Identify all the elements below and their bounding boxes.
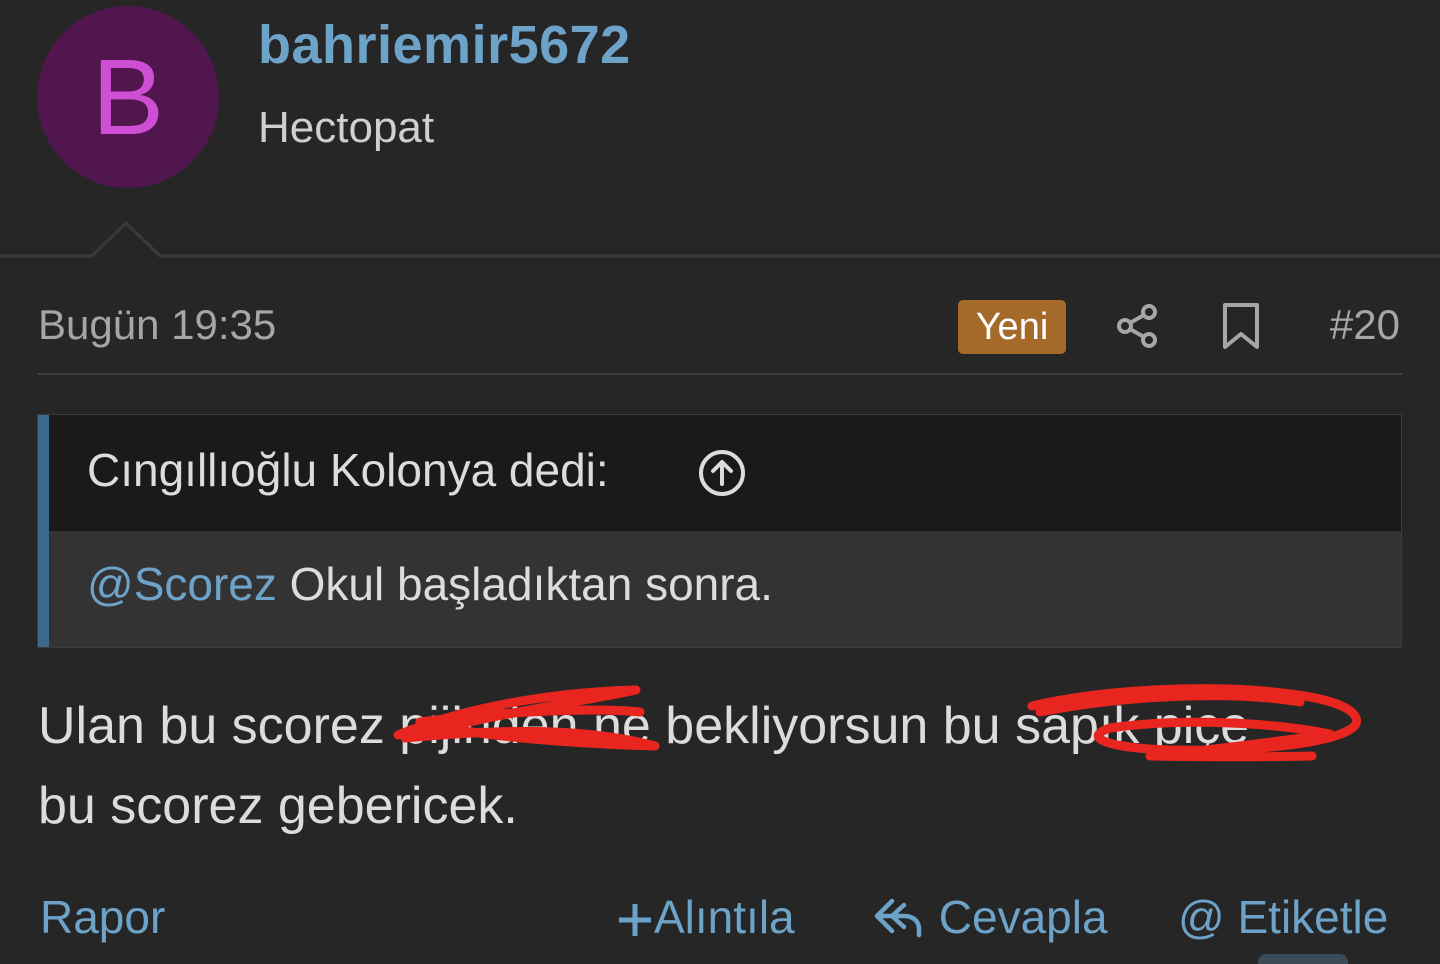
arrow-up-circle-icon[interactable] bbox=[697, 448, 747, 498]
quote-button[interactable]: Alıntıla bbox=[616, 892, 795, 943]
body-text: Ulan bu scorez bbox=[38, 697, 400, 755]
reply-icon bbox=[874, 898, 922, 938]
meta-divider bbox=[38, 373, 1402, 375]
user-title: Hectopat bbox=[258, 103, 435, 152]
tag-button-label: Etiketle bbox=[1237, 891, 1389, 943]
redacted-word: sapık piçe bbox=[1015, 697, 1250, 755]
quote-content: @Scorez Okul başladıktan sonra. bbox=[49, 531, 1401, 647]
mention-link[interactable]: @Scorez bbox=[87, 558, 277, 610]
at-sign-icon: @ bbox=[1178, 891, 1225, 943]
new-badge: Yeni bbox=[958, 300, 1066, 354]
quote-block: Cıngıllıoğlu Kolonya dedi: @Scorez Okul … bbox=[37, 414, 1402, 648]
post-body-line-1: Ulan bu scorez pijinden ne bekliyorsun b… bbox=[38, 686, 1418, 766]
quote-author: Cıngıllıoğlu Kolonya dedi: bbox=[87, 444, 609, 496]
report-link[interactable]: Rapor bbox=[40, 892, 165, 943]
share-icon[interactable] bbox=[1114, 302, 1162, 350]
quote-text: @Scorez Okul başladıktan sonra. bbox=[87, 559, 773, 610]
body-text: ne bekliyorsun bu bbox=[578, 697, 1016, 755]
post-number-link[interactable]: #20 bbox=[1330, 301, 1400, 348]
quote-header: Cıngıllıoğlu Kolonya dedi: bbox=[49, 415, 1401, 531]
author-divider bbox=[0, 220, 1440, 258]
new-badge-label: Yeni bbox=[975, 305, 1049, 348]
quote-button-label: Alıntıla bbox=[654, 891, 795, 943]
redacted-word: pijinden bbox=[399, 697, 579, 755]
forum-post: B bahriemir5672 Hectopat Bugün 19:35 Yen… bbox=[0, 0, 1440, 964]
avatar[interactable]: B bbox=[37, 6, 219, 188]
reply-button[interactable]: Cevapla bbox=[872, 892, 1108, 943]
quote-message: Okul başladıktan sonra. bbox=[276, 558, 773, 610]
post-body-line-2: bu scorez gebericek. bbox=[38, 777, 518, 835]
post-date[interactable]: Bugün 19:35 bbox=[38, 301, 276, 348]
plus-icon bbox=[619, 904, 651, 936]
post-body: Ulan bu scorez pijinden ne bekliyorsun b… bbox=[38, 686, 1418, 846]
username-link[interactable]: bahriemir5672 bbox=[258, 15, 631, 75]
quote-accent-bar bbox=[38, 415, 49, 647]
bookmark-icon[interactable] bbox=[1220, 302, 1262, 350]
scroll-tab[interactable] bbox=[1258, 954, 1348, 964]
avatar-initial: B bbox=[91, 36, 165, 157]
tag-button[interactable]: @ Etiketle bbox=[1178, 892, 1388, 943]
reply-button-label: Cevapla bbox=[938, 891, 1108, 943]
